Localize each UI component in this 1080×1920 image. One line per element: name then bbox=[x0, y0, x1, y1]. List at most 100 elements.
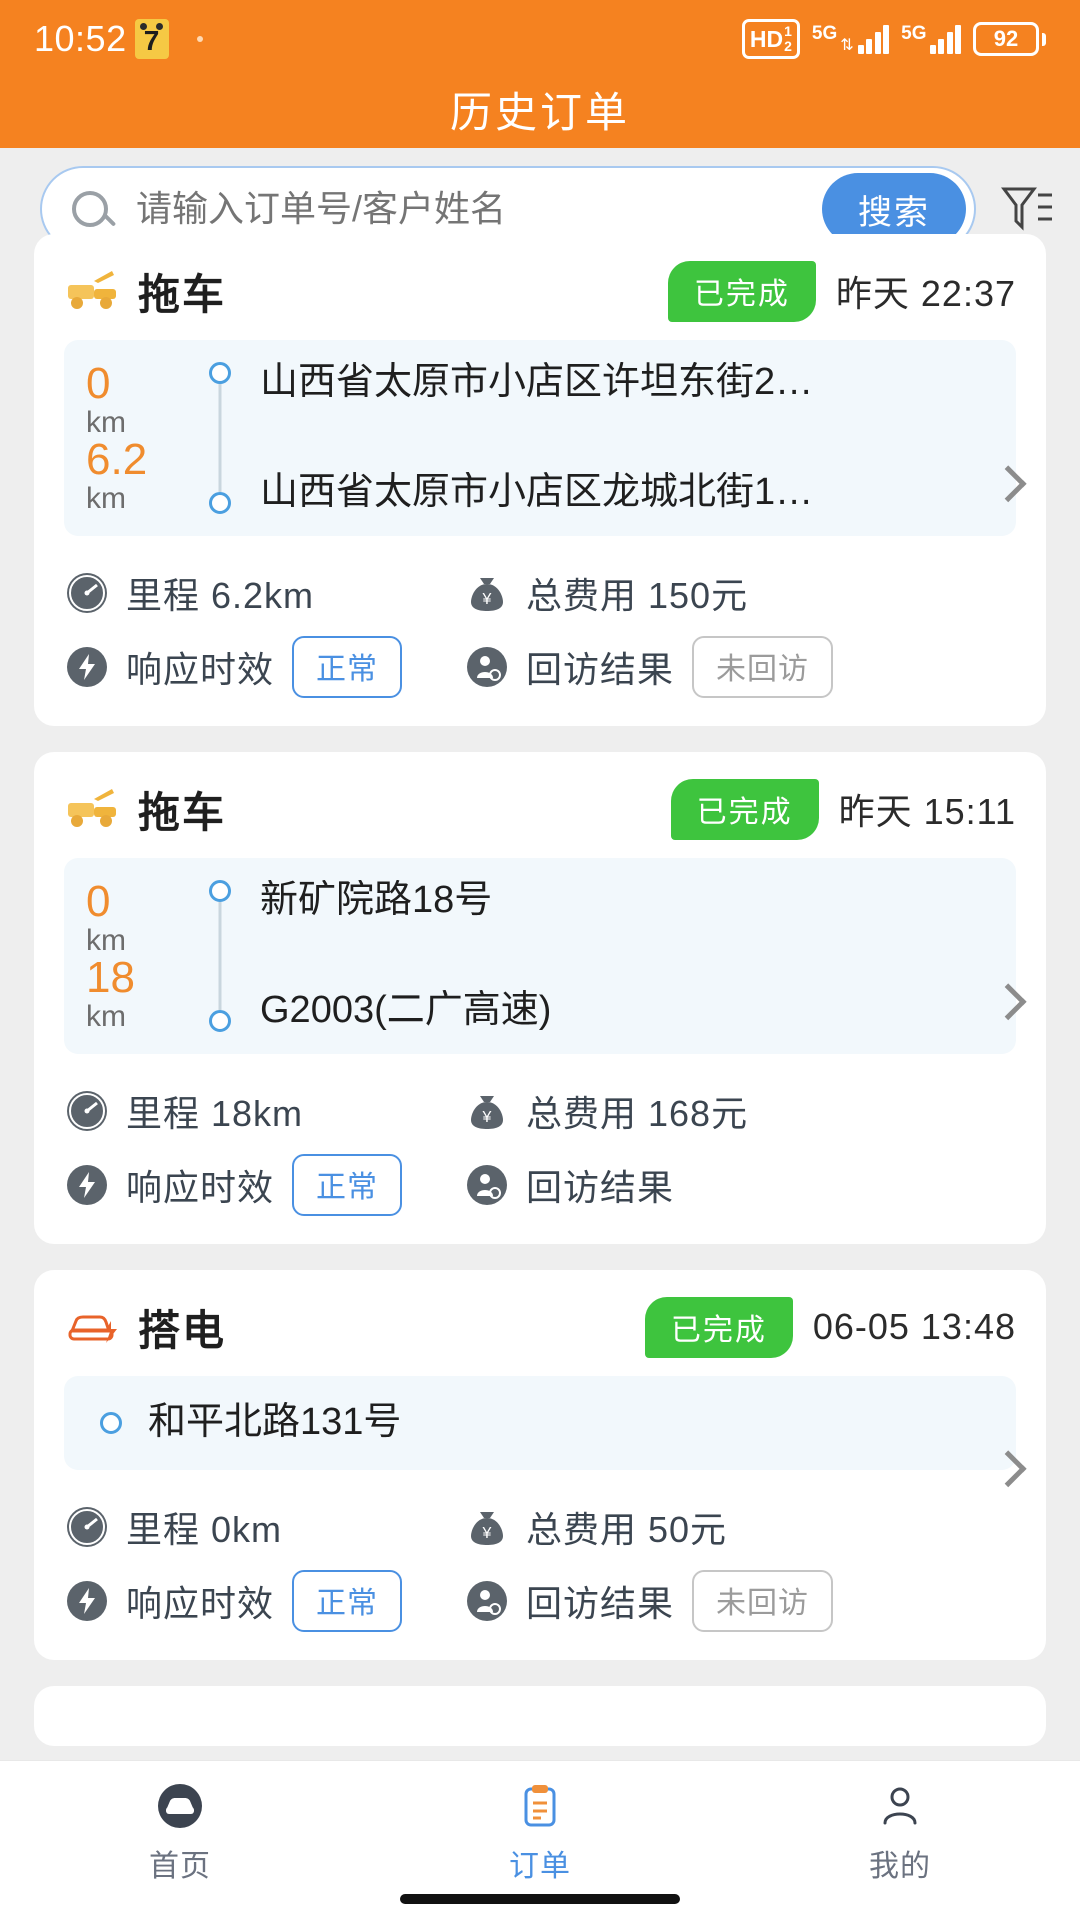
response-badge: 正常 bbox=[292, 1569, 403, 1632]
order-metrics: 里程 6.2km ¥ 总费用 150元 响应时效 正常 回访结果 未回访 bbox=[64, 556, 1016, 704]
distance-value: 6.2 bbox=[86, 435, 148, 484]
response-metric: 响应时效 正常 bbox=[64, 1154, 464, 1216]
status-badge: 已完成 bbox=[644, 1296, 793, 1358]
mileage-metric: 里程 0km bbox=[64, 1501, 464, 1553]
nav-label-profile: 我的 bbox=[869, 1850, 931, 1883]
order-metrics: 里程 0km ¥ 总费用 50元 响应时效 正常 回访结果 未回访 bbox=[64, 1490, 1016, 1638]
single-location-row: 和平北路131号 bbox=[86, 1402, 401, 1444]
jump-start-icon bbox=[64, 1305, 124, 1349]
status-bar-left: 10:52 bbox=[34, 18, 203, 60]
nav-item-home[interactable]: 首页 bbox=[0, 1779, 360, 1885]
battery-icon: 92 bbox=[973, 22, 1046, 56]
speedometer-icon bbox=[64, 1504, 110, 1550]
followup-label: 回访结果 bbox=[526, 649, 675, 690]
data-arrows-icon: ⇅ bbox=[840, 37, 854, 54]
money-bag-icon: ¥ bbox=[464, 570, 510, 616]
metric-row: 响应时效 正常 回访结果 bbox=[64, 1148, 1016, 1222]
nav-label-home: 首页 bbox=[149, 1850, 211, 1883]
metric-row: 响应时效 正常 回访结果 未回访 bbox=[64, 630, 1016, 704]
response-metric: 响应时效 正常 bbox=[64, 636, 464, 698]
sim1-bars-icon bbox=[857, 24, 890, 54]
tow-truck-icon bbox=[64, 269, 124, 313]
fee-text: 总费用 168元 bbox=[526, 1093, 749, 1134]
nav-item-profile[interactable]: 我的 bbox=[720, 1779, 1080, 1885]
order-card[interactable]: 拖车 已完成 昨天 22:37 0 km 6.2 km 山西省太原市小店区许坦东… bbox=[34, 234, 1046, 726]
pickup-address: 新矿院路18号 bbox=[260, 880, 493, 921]
distance-unit: km bbox=[86, 924, 126, 957]
money-bag-icon: ¥ bbox=[464, 1088, 510, 1134]
dropoff-address: 山西省太原市小店区龙城北街1… bbox=[260, 472, 814, 514]
response-label: 响应时效 bbox=[126, 1167, 275, 1208]
page-title: 历史订单 bbox=[449, 89, 630, 136]
followup-badge: 未回访 bbox=[692, 636, 834, 698]
route-block: 0 km 18 km 新矿院路18号 G2003(二广高速) bbox=[64, 858, 1016, 1054]
pickup-address: 山西省太原市小店区许坦东街2… bbox=[260, 362, 814, 403]
order-card[interactable] bbox=[34, 1685, 1046, 1746]
order-header-right: 已完成 06-05 13:48 bbox=[644, 1296, 1016, 1358]
route-node-end-icon bbox=[209, 492, 231, 514]
service-name: 拖车 bbox=[138, 270, 227, 318]
nav-item-orders[interactable]: 订单 bbox=[360, 1779, 720, 1885]
hd-sim-fraction: 1 2 bbox=[784, 24, 792, 53]
money-bag-icon: ¥ bbox=[464, 1504, 510, 1550]
filter-icon[interactable] bbox=[1000, 181, 1054, 237]
sim2-bars-icon bbox=[929, 24, 961, 54]
top-bar: 10:52 HD 1 2 5G ⇅ 5G bbox=[0, 0, 1080, 148]
order-time: 06-05 13:48 bbox=[812, 1306, 1016, 1347]
speedometer-icon bbox=[64, 1088, 110, 1134]
person-icon bbox=[873, 1779, 927, 1833]
response-badge: 正常 bbox=[292, 636, 403, 698]
search-icon bbox=[72, 191, 108, 227]
battery-level: 92 bbox=[993, 26, 1019, 51]
order-header-right: 已完成 昨天 22:37 bbox=[667, 260, 1016, 322]
sim1-network-label: 5G bbox=[811, 23, 838, 44]
status-bar: 10:52 HD 1 2 5G ⇅ 5G bbox=[0, 0, 1080, 78]
home-indicator bbox=[400, 1894, 680, 1904]
order-card-header: 拖车 已完成 昨天 15:11 bbox=[64, 778, 1016, 840]
hd-sim-numerator: 1 bbox=[784, 23, 792, 40]
customer-visit-icon bbox=[464, 1578, 510, 1624]
clock: 10:52 bbox=[34, 18, 127, 59]
app-screen: 10:52 HD 1 2 5G ⇅ 5G bbox=[0, 0, 1080, 1920]
fee-metric: ¥ 总费用 50元 bbox=[464, 1501, 727, 1553]
search-input[interactable] bbox=[136, 188, 822, 230]
signal-sim2-icon: 5G bbox=[901, 24, 961, 54]
order-metrics: 里程 18km ¥ 总费用 168元 响应时效 正常 回访结果 bbox=[64, 1074, 1016, 1222]
customer-visit-icon bbox=[464, 644, 510, 690]
mileage-text: 里程 0km bbox=[126, 1508, 283, 1550]
order-card[interactable]: 拖车 已完成 昨天 15:11 0 km 18 km 新矿院路18号 G2003… bbox=[34, 752, 1046, 1244]
bottom-navigation: 首页 订单 我的 bbox=[0, 1760, 1080, 1920]
response-label: 响应时效 bbox=[126, 649, 275, 690]
order-time: 昨天 22:37 bbox=[835, 273, 1016, 314]
metric-row: 里程 18km ¥ 总费用 168元 bbox=[64, 1074, 1016, 1148]
lightning-icon bbox=[64, 1162, 110, 1208]
distance-column: 0 km 6.2 km bbox=[86, 362, 190, 514]
order-list-scroll[interactable]: 拖车 已完成 昨天 22:37 0 km 6.2 km 山西省太原市小店区许坦东… bbox=[0, 234, 1080, 1760]
metric-row: 里程 0km ¥ 总费用 50元 bbox=[64, 1490, 1016, 1564]
distance-value: 0 bbox=[86, 359, 111, 408]
response-label: 响应时效 bbox=[126, 1582, 275, 1624]
svg-text:¥: ¥ bbox=[482, 1525, 492, 1542]
address-column: 山西省太原市小店区许坦东街2… 山西省太原市小店区龙城北街1… bbox=[250, 362, 992, 514]
mileage-metric: 里程 6.2km bbox=[64, 567, 464, 619]
route-block: 和平北路131号 bbox=[64, 1376, 1016, 1470]
distance-unit: km bbox=[86, 482, 126, 515]
address-column: 新矿院路18号 G2003(二广高速) bbox=[250, 880, 992, 1032]
route-track bbox=[190, 362, 250, 514]
order-card[interactable]: 搭电 已完成 06-05 13:48 和平北路131号 里程 0km ¥ 总费用… bbox=[34, 1270, 1046, 1660]
mileage-text: 里程 6.2km bbox=[126, 575, 315, 616]
order-card-header: 拖车 已完成 昨天 22:37 bbox=[64, 260, 1016, 322]
status-badge: 已完成 bbox=[670, 778, 819, 840]
route-block: 0 km 6.2 km 山西省太原市小店区许坦东街2… 山西省太原市小店区龙城北… bbox=[64, 340, 1016, 536]
followup-metric: 回访结果 bbox=[464, 1159, 674, 1211]
svg-text:¥: ¥ bbox=[482, 591, 492, 608]
followup-label: 回访结果 bbox=[526, 1582, 675, 1624]
home-car-icon bbox=[153, 1779, 207, 1833]
followup-badge: 未回访 bbox=[692, 1569, 834, 1632]
order-card-header: 搭电 已完成 06-05 13:48 bbox=[64, 1296, 1016, 1358]
svg-text:¥: ¥ bbox=[482, 1109, 492, 1126]
followup-label: 回访结果 bbox=[526, 1167, 675, 1208]
response-metric: 响应时效 正常 bbox=[64, 1569, 464, 1632]
lightning-icon bbox=[64, 1578, 110, 1624]
route-node-start-icon bbox=[209, 362, 231, 384]
